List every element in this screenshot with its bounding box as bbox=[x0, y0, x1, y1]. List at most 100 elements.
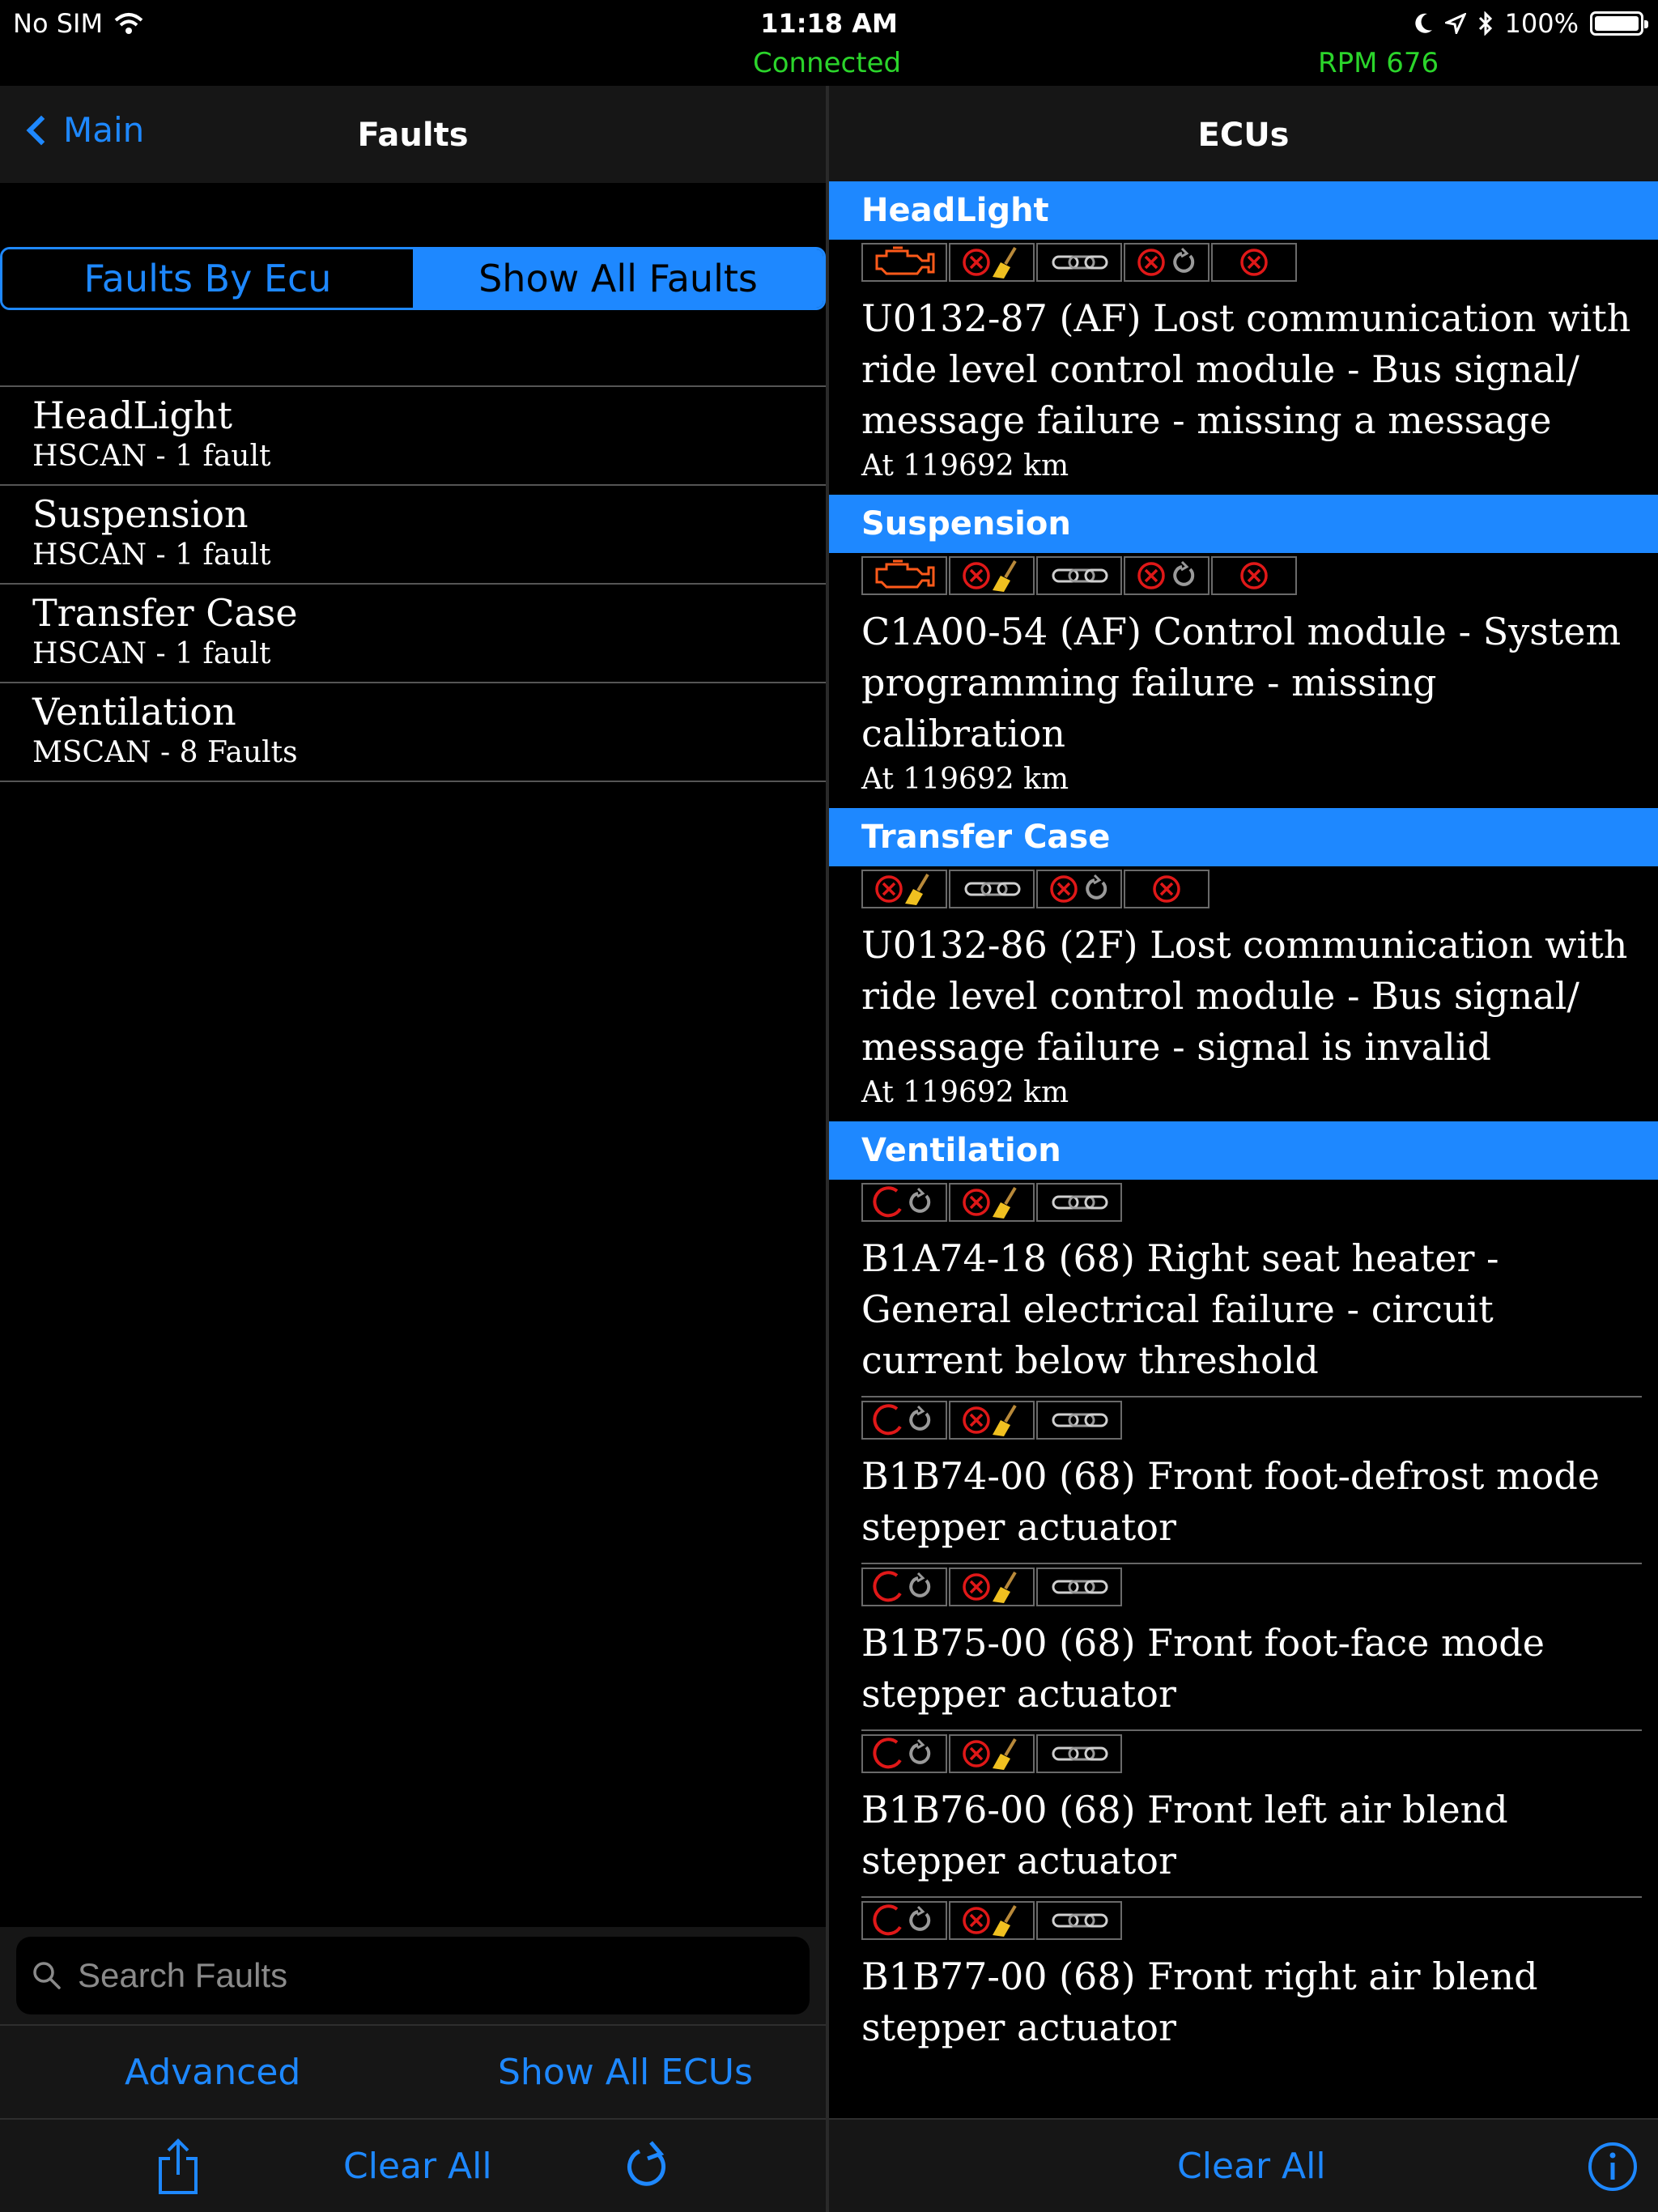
ecu-name: Suspension bbox=[32, 492, 249, 536]
fault-status-icons bbox=[861, 1183, 1642, 1222]
link-icon bbox=[1036, 1734, 1122, 1773]
fault-mileage: At 119692 km bbox=[861, 449, 1069, 483]
error-cycle-icon bbox=[1124, 556, 1209, 595]
fault-status-icons bbox=[861, 556, 1642, 595]
location-icon bbox=[1444, 13, 1466, 34]
fault-description: B1A74-18 (68) Right seat heater - Genera… bbox=[861, 1236, 1499, 1382]
clear-broom-icon bbox=[949, 243, 1035, 282]
faults-navbar: Main Faults bbox=[0, 86, 826, 183]
link-icon bbox=[1036, 1568, 1122, 1606]
fault-mileage: At 119692 km bbox=[861, 763, 1069, 796]
faults-panel: Main Faults Faults By Ecu Show All Fault… bbox=[0, 86, 826, 2212]
refresh-icon[interactable] bbox=[623, 2141, 670, 2191]
ecu-section-header: Ventilation bbox=[829, 1121, 1658, 1180]
view-segmented-control: Faults By Ecu Show All Faults bbox=[0, 247, 826, 310]
show-all-ecus-button[interactable]: Show All ECUs bbox=[498, 2052, 753, 2093]
fault-status-icons bbox=[861, 1401, 1642, 1440]
ecu-subtitle: HSCAN - 1 fault bbox=[32, 440, 271, 473]
ecu-section-body: U0132-87 (AF) Lost communication with ri… bbox=[829, 243, 1658, 495]
clear-broom-icon bbox=[861, 870, 947, 908]
link-icon bbox=[1036, 243, 1122, 282]
moon-icon bbox=[1414, 13, 1432, 33]
ecu-row-suspension[interactable]: Suspension HSCAN - 1 fault bbox=[0, 486, 826, 585]
search-field-container[interactable] bbox=[16, 1937, 810, 2014]
fault-description: U0132-86 (2F) Lost communication with ri… bbox=[861, 923, 1628, 1069]
fault-description: B1B74-00 (68) Front foot-defrost mode st… bbox=[861, 1454, 1601, 1549]
pending-cycle-icon bbox=[861, 1401, 947, 1440]
fault-entry[interactable]: U0132-87 (AF) Lost communication with ri… bbox=[861, 243, 1642, 495]
clear-all-faults-button[interactable]: Clear All bbox=[343, 2146, 492, 2187]
fault-entry[interactable]: B1B76-00 (68) Front left air blend stepp… bbox=[861, 1734, 1642, 1898]
search-bar bbox=[0, 1927, 826, 2024]
fault-detail-list[interactable]: HeadLight U0132-87 (AF) Lost communicatio… bbox=[829, 181, 1658, 2063]
share-icon[interactable] bbox=[155, 2138, 201, 2196]
error-icon bbox=[1211, 556, 1297, 595]
secondary-toolbar: Advanced Show All ECUs bbox=[0, 2024, 826, 2118]
fault-status-icons bbox=[861, 1734, 1642, 1773]
link-icon bbox=[1036, 1901, 1122, 1940]
pending-cycle-icon bbox=[861, 1183, 947, 1222]
battery-percent: 100% bbox=[1504, 8, 1579, 39]
advanced-button[interactable]: Advanced bbox=[125, 2052, 300, 2093]
fault-entry[interactable]: B1A74-18 (68) Right seat heater - Genera… bbox=[861, 1183, 1642, 1397]
fault-status-icons bbox=[861, 870, 1642, 908]
fault-description: C1A00-54 (AF) Control module - System pr… bbox=[861, 610, 1622, 755]
pending-cycle-icon bbox=[861, 1901, 947, 1940]
error-icon bbox=[1124, 870, 1209, 908]
fault-mileage: At 119692 km bbox=[861, 1076, 1069, 1109]
pending-cycle-icon bbox=[861, 1568, 947, 1606]
fault-entry[interactable]: C1A00-54 (AF) Control module - System pr… bbox=[861, 556, 1642, 808]
fault-entry[interactable]: U0132-86 (2F) Lost communication with ri… bbox=[861, 870, 1642, 1121]
link-icon bbox=[949, 870, 1035, 908]
clear-broom-icon bbox=[949, 1901, 1035, 1940]
link-icon bbox=[1036, 1401, 1122, 1440]
ecu-row-ventilation[interactable]: Ventilation MSCAN - 8 Faults bbox=[0, 683, 826, 782]
ecu-row-headlight[interactable]: HeadLight HSCAN - 1 fault bbox=[0, 387, 826, 486]
clear-broom-icon bbox=[949, 1183, 1035, 1222]
fault-status-icons bbox=[861, 1901, 1642, 1940]
status-right: 100% bbox=[1413, 8, 1648, 39]
fault-status-icons bbox=[861, 1568, 1642, 1606]
page-title: Faults bbox=[357, 117, 469, 154]
fault-description: B1B76-00 (68) Front left air blend stepp… bbox=[861, 1788, 1508, 1882]
ecu-section-body: U0132-86 (2F) Lost communication with ri… bbox=[829, 870, 1658, 1121]
fault-entry[interactable]: B1B74-00 (68) Front foot-defrost mode st… bbox=[861, 1401, 1642, 1564]
info-icon[interactable] bbox=[1587, 2141, 1639, 2193]
engine-icon bbox=[861, 556, 947, 595]
fault-description: B1B77-00 (68) Front right air blend step… bbox=[861, 1955, 1538, 2049]
ecus-bottom-toolbar: Clear All bbox=[829, 2118, 1658, 2212]
ecu-subtitle: MSCAN - 8 Faults bbox=[32, 736, 298, 769]
ecus-title: ECUs bbox=[1197, 117, 1290, 154]
ecu-subtitle: HSCAN - 1 fault bbox=[32, 637, 271, 670]
segment-show-all-faults[interactable]: Show All Faults bbox=[413, 249, 823, 308]
connection-status: Connected bbox=[753, 47, 902, 79]
engine-icon bbox=[861, 243, 947, 282]
fault-status-icons bbox=[861, 243, 1642, 282]
ecus-panel: ECUs HeadLight U0132-87 (AF) Lost communi… bbox=[829, 86, 1658, 2212]
fault-description: U0132-87 (AF) Lost communication with ri… bbox=[861, 296, 1631, 442]
ecu-name: Transfer Case bbox=[32, 591, 298, 635]
ecu-name: HeadLight bbox=[32, 393, 233, 437]
bottom-toolbar: Clear All bbox=[0, 2118, 826, 2212]
battery-icon bbox=[1590, 11, 1648, 36]
status-time: 11:18 AM bbox=[760, 8, 898, 39]
segment-faults-by-ecu[interactable]: Faults By Ecu bbox=[2, 249, 413, 308]
pending-cycle-icon bbox=[861, 1734, 947, 1773]
clear-broom-icon bbox=[949, 1568, 1035, 1606]
ecu-row-transfer-case[interactable]: Transfer Case HSCAN - 1 fault bbox=[0, 585, 826, 683]
clear-broom-icon bbox=[949, 1401, 1035, 1440]
ecu-name: Ventilation bbox=[32, 690, 236, 734]
error-cycle-icon bbox=[1124, 243, 1209, 282]
fault-entry[interactable]: B1B75-00 (68) Front foot-face mode stepp… bbox=[861, 1568, 1642, 1731]
ecu-section-body: B1A74-18 (68) Right seat heater - Genera… bbox=[829, 1183, 1658, 2063]
clear-broom-icon bbox=[949, 556, 1035, 595]
fault-description: B1B75-00 (68) Front foot-face mode stepp… bbox=[861, 1621, 1545, 1716]
rpm-readout: RPM 676 bbox=[1318, 47, 1439, 79]
ecu-section-body: C1A00-54 (AF) Control module - System pr… bbox=[829, 556, 1658, 808]
fault-entry[interactable]: B1B77-00 (68) Front right air blend step… bbox=[861, 1901, 1642, 2063]
search-input[interactable] bbox=[78, 1956, 790, 1995]
status-bar: No SIM 11:18 AM 100% Connected RPM 676 bbox=[0, 0, 1658, 86]
error-icon bbox=[1211, 243, 1297, 282]
clear-all-button[interactable]: Clear All bbox=[1177, 2146, 1326, 2187]
ecu-section-header: Transfer Case bbox=[829, 808, 1658, 866]
